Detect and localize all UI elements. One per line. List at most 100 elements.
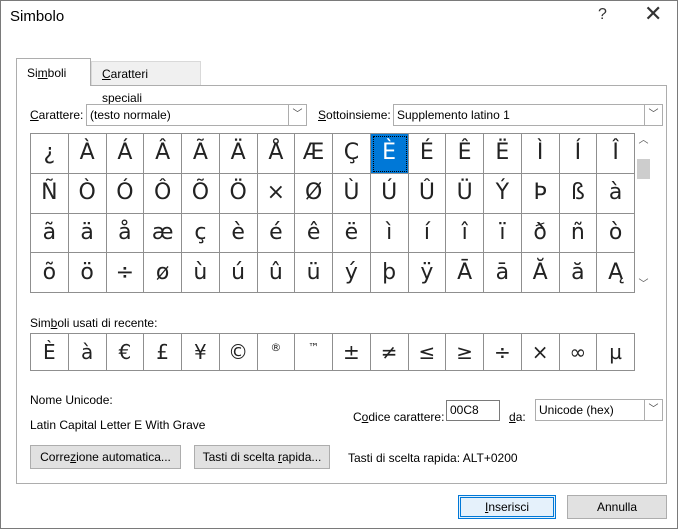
symbol-cell[interactable]: Æ	[295, 134, 333, 174]
shortcut-key-button[interactable]: Tasti di scelta rapida...	[194, 445, 330, 469]
symbol-cell[interactable]: Î	[597, 134, 635, 174]
symbol-cell[interactable]: ð	[521, 213, 560, 254]
chevron-down-icon[interactable]: ﹀	[644, 105, 662, 125]
recent-symbol-cell[interactable]: ÷	[484, 334, 522, 371]
close-button[interactable]: ✕	[644, 2, 662, 27]
symbol-cell[interactable]: é	[257, 213, 296, 254]
symbol-cell[interactable]: Ü	[446, 173, 484, 214]
insert-button[interactable]: Inserisci	[458, 495, 556, 519]
symbol-cell[interactable]: ø	[144, 253, 182, 293]
symbol-cell[interactable]: û	[257, 253, 296, 293]
symbol-cell[interactable]: ï	[484, 213, 522, 254]
recent-symbol-cell[interactable]: ∞	[559, 334, 598, 371]
symbol-cell[interactable]: í	[408, 213, 447, 254]
symbol-cell[interactable]: ì	[370, 213, 409, 254]
symbol-cell[interactable]: ã	[31, 213, 69, 254]
symbol-cell[interactable]: Ë	[484, 134, 522, 174]
symbol-cell[interactable]: þ	[370, 253, 409, 293]
symbol-cell[interactable]: È	[370, 134, 409, 174]
symbol-cell[interactable]: Ê	[446, 134, 484, 174]
symbol-cell[interactable]: Ô	[144, 173, 182, 214]
symbol-cell[interactable]: Õ	[182, 173, 220, 214]
symbol-cell[interactable]: ÿ	[408, 253, 447, 293]
recent-symbol-cell[interactable]: £	[144, 334, 182, 371]
symbol-cell[interactable]: ò	[597, 213, 635, 254]
symbol-cell[interactable]: õ	[31, 253, 69, 293]
symbol-cell[interactable]: Ø	[295, 173, 333, 214]
symbol-cell[interactable]: Ì	[521, 134, 560, 174]
recent-symbol-cell[interactable]: ×	[521, 334, 560, 371]
symbol-cell[interactable]: å	[106, 213, 145, 254]
from-dropdown[interactable]: Unicode (hex) ﹀	[535, 399, 663, 421]
symbol-cell[interactable]: Ó	[106, 173, 145, 214]
symbol-grid-scrollbar[interactable]: ︿ ﹀	[635, 133, 652, 293]
cancel-button[interactable]: Annulla	[567, 495, 667, 519]
recent-symbol-cell[interactable]: à	[68, 334, 107, 371]
symbol-grid[interactable]: ¿ À Á Â Ã Ä Å Æ Ç È É Ê Ë Ì Í Î Ñ Ò Ó Ô Õ Ö × Ø Ù Ú Û Ü Ý Þß à ã ä å æ ç è é ê…	[30, 133, 635, 293]
chevron-down-icon[interactable]: ﹀	[644, 400, 662, 420]
symbol-cell[interactable]: ×	[257, 173, 296, 214]
recent-symbols-grid[interactable]: Èà € £ ¥ © ® ™ ± ≠ ≤ ≥ ÷ × ∞ µ	[30, 333, 635, 371]
symbol-cell[interactable]: ü	[295, 253, 333, 293]
symbol-cell[interactable]: ā	[484, 253, 522, 293]
symbol-cell[interactable]: Ö	[219, 173, 258, 214]
symbol-cell[interactable]: Å	[257, 134, 296, 174]
recent-symbol-cell[interactable]: ≠	[370, 334, 409, 371]
symbol-cell[interactable]: Í	[559, 134, 598, 174]
chevron-down-icon[interactable]: ﹀	[288, 105, 306, 125]
symbol-cell[interactable]: ă	[559, 253, 598, 293]
symbol-cell[interactable]: Ã	[182, 134, 220, 174]
symbol-cell[interactable]: É	[408, 134, 447, 174]
recent-symbol-cell[interactable]: µ	[597, 334, 635, 371]
symbol-cell[interactable]: ÷	[106, 253, 145, 293]
symbol-cell[interactable]: Ò	[68, 173, 107, 214]
symbol-cell[interactable]: Ą	[597, 253, 635, 293]
symbol-cell[interactable]: ö	[68, 253, 107, 293]
symbol-cell[interactable]: ä	[68, 213, 107, 254]
tab-caratteri-speciali[interactable]: Caratteri speciali	[91, 61, 201, 105]
symbol-cell[interactable]: è	[219, 213, 258, 254]
symbol-cell[interactable]: ù	[182, 253, 220, 293]
symbol-cell[interactable]: ¿	[31, 134, 69, 174]
recent-symbol-cell[interactable]: ™	[295, 334, 333, 371]
symbol-cell[interactable]: Û	[408, 173, 447, 214]
char-code-input[interactable]: 00C8	[446, 400, 500, 421]
symbol-cell[interactable]: Ú	[370, 173, 409, 214]
symbol-cell[interactable]: ß	[559, 173, 598, 214]
symbol-cell[interactable]: Ù	[333, 173, 371, 214]
symbol-cell[interactable]: ç	[182, 213, 220, 254]
symbol-cell[interactable]: ñ	[559, 213, 598, 254]
recent-symbol-cell[interactable]: ©	[219, 334, 258, 371]
symbol-cell[interactable]: î	[446, 213, 484, 254]
autocorrect-button[interactable]: Correzione automatica...	[30, 445, 181, 469]
recent-symbol-cell[interactable]: ≤	[408, 334, 447, 371]
tab-simboli[interactable]: Simboli	[16, 58, 91, 86]
symbol-cell[interactable]: Â	[144, 134, 182, 174]
symbol-cell[interactable]: Þ	[521, 173, 560, 214]
symbol-cell[interactable]: Á	[106, 134, 145, 174]
recent-symbol-cell[interactable]: ±	[333, 334, 371, 371]
symbol-cell[interactable]: ú	[219, 253, 258, 293]
symbol-cell[interactable]: À	[68, 134, 107, 174]
font-dropdown[interactable]: (testo normale) ﹀	[86, 104, 307, 126]
recent-symbol-cell[interactable]: ¥	[182, 334, 220, 371]
scrollbar-thumb[interactable]	[637, 159, 650, 179]
symbol-cell[interactable]: Ä	[219, 134, 258, 174]
recent-symbol-cell[interactable]: ®	[257, 334, 296, 371]
scroll-up-icon[interactable]: ︿	[635, 133, 652, 149]
symbol-cell[interactable]: ë	[333, 213, 371, 254]
symbol-cell[interactable]: Ý	[484, 173, 522, 214]
symbol-cell[interactable]: Ă	[521, 253, 560, 293]
recent-symbol-cell[interactable]: ≥	[446, 334, 484, 371]
symbol-cell[interactable]: Ā	[446, 253, 484, 293]
recent-symbol-cell[interactable]: €	[106, 334, 145, 371]
symbol-cell[interactable]: Ç	[333, 134, 371, 174]
subset-dropdown[interactable]: Supplemento latino 1 ﹀	[393, 104, 663, 126]
symbol-cell[interactable]: æ	[144, 213, 182, 254]
symbol-cell[interactable]: ý	[333, 253, 371, 293]
help-button[interactable]: ?	[598, 6, 607, 24]
recent-symbol-cell[interactable]: È	[31, 334, 69, 371]
symbol-cell[interactable]: à	[597, 173, 635, 214]
symbol-cell[interactable]: Ñ	[31, 173, 69, 214]
symbol-cell[interactable]: ê	[295, 213, 333, 254]
